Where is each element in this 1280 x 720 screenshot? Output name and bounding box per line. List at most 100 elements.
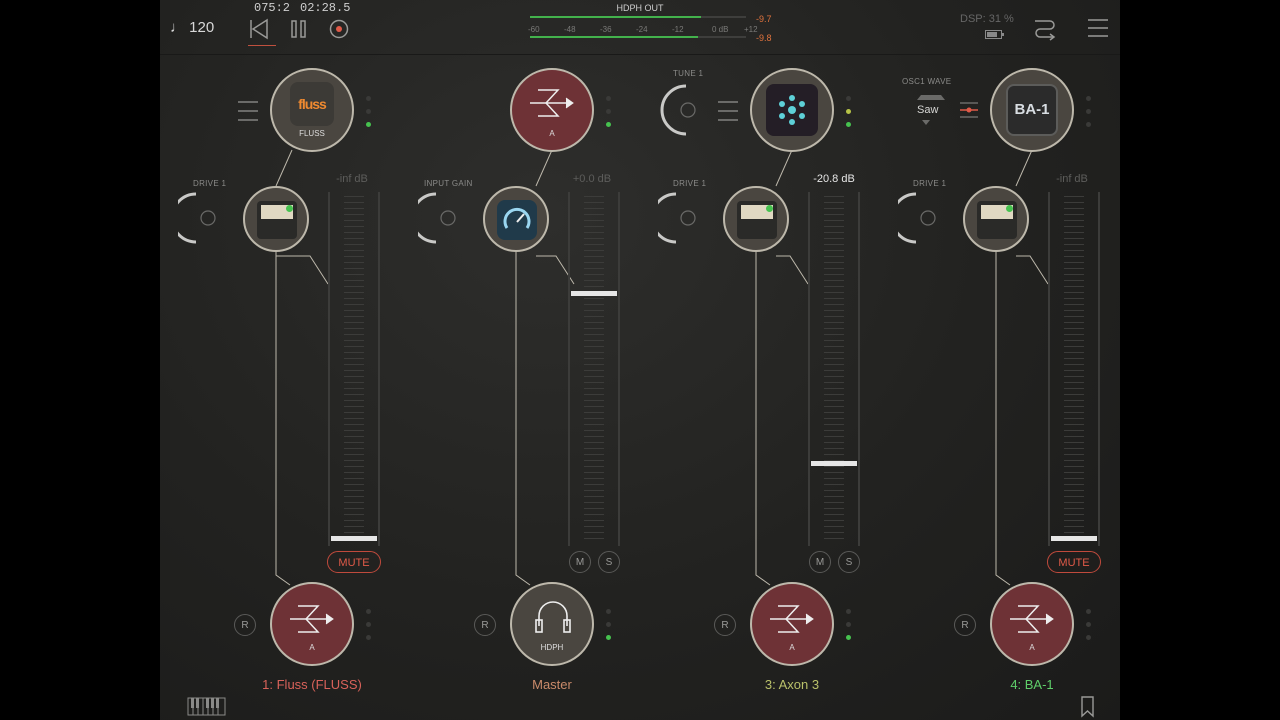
ch3-fader-thumb[interactable] <box>811 461 857 467</box>
meter-right-fill <box>530 36 699 38</box>
ch4-mute-button[interactable]: MUTE <box>1047 551 1101 573</box>
master-midi-leds <box>606 96 611 135</box>
meter-right-track <box>530 36 746 38</box>
ch3-instrument-slot[interactable] <box>750 68 834 152</box>
master-db-readout: +0.0 dB <box>572 173 612 185</box>
sum-arrow-icon <box>530 89 574 117</box>
meter-scale-label: 0 dB <box>712 25 729 34</box>
master-plugin-label: A <box>549 129 555 138</box>
playhead-progress <box>248 45 276 46</box>
routing-icon[interactable] <box>1032 15 1058 41</box>
sum-arrow-icon <box>770 605 814 633</box>
ch4-output-node[interactable]: A <box>990 582 1074 666</box>
master-mute-button[interactable]: M <box>569 551 591 573</box>
master-volume-fader[interactable] <box>568 192 620 546</box>
meter-left-fill <box>530 16 701 18</box>
ch4-out-leds <box>1086 609 1091 648</box>
master-name[interactable]: Master <box>472 677 632 692</box>
meter-scale-label: -36 <box>600 25 612 34</box>
master-output-label: HDPH <box>540 643 564 652</box>
menu-icon[interactable] <box>1087 18 1109 38</box>
ch1-drive-knob[interactable] <box>178 192 230 244</box>
ch1-fader-thumb[interactable] <box>331 536 377 541</box>
ch4-knob-label: DRIVE 1 <box>913 179 947 188</box>
dsp-usage: DSP: 31 % <box>960 13 1014 25</box>
ch3-menu-icon[interactable] <box>718 101 738 128</box>
master-output-node[interactable]: HDPH <box>510 582 594 666</box>
ch3-name[interactable]: 3: Axon 3 <box>712 677 872 692</box>
ch4-name[interactable]: 4: BA-1 <box>952 677 1112 692</box>
ch4-record-button[interactable]: R <box>954 614 976 636</box>
ch1-midi-leds <box>366 96 371 135</box>
ch3-tune-knob[interactable] <box>658 84 710 136</box>
fluss-logo-icon: fluss <box>290 82 334 126</box>
mixer-app: ♩ 120 075:2 02:28.5 HDPH OUT -60 -48 -36 -2… <box>160 0 1120 720</box>
ch3-effect-slot[interactable] <box>723 186 789 252</box>
master-out-leds <box>606 609 611 648</box>
ch1-effect-slot[interactable] <box>243 186 309 252</box>
bookmark-icon[interactable] <box>1080 696 1096 718</box>
master-knob-label: INPUT GAIN <box>424 179 473 188</box>
ch3-db-readout: -20.8 dB <box>813 173 855 185</box>
ch1-menu-icon[interactable] <box>238 101 258 128</box>
ch4-top-param-value[interactable]: Saw <box>917 104 938 116</box>
master-record-button[interactable]: R <box>474 614 496 636</box>
ch3-drive-knob[interactable] <box>658 192 710 244</box>
ch4-output-label: A <box>1029 643 1035 652</box>
ch3-output-label: A <box>789 643 795 652</box>
master-solo-button[interactable]: S <box>598 551 620 573</box>
master-effect-slot[interactable] <box>483 186 549 252</box>
ch4-param-up-icon[interactable] <box>917 95 945 100</box>
pause-icon[interactable] <box>288 18 310 40</box>
rewind-icon[interactable] <box>248 18 270 40</box>
ch4-drive-knob[interactable] <box>898 192 950 244</box>
ch4-top-param-label: OSC1 WAVE <box>902 77 952 86</box>
ch1-instrument-slot[interactable]: fluss FLUSS <box>270 68 354 152</box>
ch1-name[interactable]: 1: Fluss (FLUSS) <box>232 677 392 692</box>
master-input-node[interactable]: A <box>510 68 594 152</box>
time-position: 02:28.5 <box>300 1 351 15</box>
ba1-logo-icon: BA-1 <box>1006 84 1058 136</box>
ch1-record-button[interactable]: R <box>234 614 256 636</box>
sum-arrow-icon <box>290 605 334 633</box>
ch1-output-node[interactable]: A <box>270 582 354 666</box>
ch3-record-button[interactable]: R <box>714 614 736 636</box>
ch1-volume-fader[interactable] <box>328 192 380 546</box>
ch4-fader-thumb[interactable] <box>1051 536 1097 541</box>
vu-compressor-icon <box>257 201 297 239</box>
ch3-mute-button[interactable]: M <box>809 551 831 573</box>
master-input-gain-knob[interactable] <box>418 192 470 244</box>
axon-logo-icon <box>766 84 818 136</box>
ch1-plugin-label: FLUSS <box>299 129 325 138</box>
ch4-db-readout: -inf dB <box>1056 173 1088 185</box>
vu-compressor-icon <box>737 201 777 239</box>
ch1-db-readout: -inf dB <box>336 173 368 185</box>
keyboard-icon[interactable] <box>187 697 227 717</box>
ch1-mute-button[interactable]: MUTE <box>327 551 381 573</box>
record-icon[interactable] <box>328 18 350 40</box>
ch3-solo-button[interactable]: S <box>838 551 860 573</box>
meter-scale-label: -60 <box>528 25 540 34</box>
bar-position: 075:2 <box>254 1 291 15</box>
ch4-param-down-icon[interactable] <box>922 120 930 125</box>
ch4-effect-slot[interactable] <box>963 186 1029 252</box>
tempo-display[interactable]: ♩ 120 <box>170 19 214 36</box>
ch3-midi-leds <box>846 96 851 135</box>
sum-arrow-icon <box>1010 605 1054 633</box>
ch3-output-node[interactable]: A <box>750 582 834 666</box>
meter-scale-label: -24 <box>636 25 648 34</box>
ch4-instrument-slot[interactable]: BA-1 <box>990 68 1074 152</box>
ch1-out-leds <box>366 609 371 648</box>
gain-dial-icon <box>497 200 537 240</box>
ch3-volume-fader[interactable] <box>808 192 860 546</box>
ch1-knob-label: DRIVE 1 <box>193 179 227 188</box>
master-fader-thumb[interactable] <box>571 291 617 297</box>
output-meter-title: HDPH OUT <box>616 3 664 13</box>
ch1-output-label: A <box>309 643 315 652</box>
meter-scale-label: -48 <box>564 25 576 34</box>
ch4-envelope-icon[interactable] <box>958 101 980 119</box>
ch3-top-knob-label: TUNE 1 <box>673 69 704 78</box>
ch4-volume-fader[interactable] <box>1048 192 1100 546</box>
vu-compressor-icon <box>977 201 1017 239</box>
peak-left: -9.7 <box>756 14 772 24</box>
